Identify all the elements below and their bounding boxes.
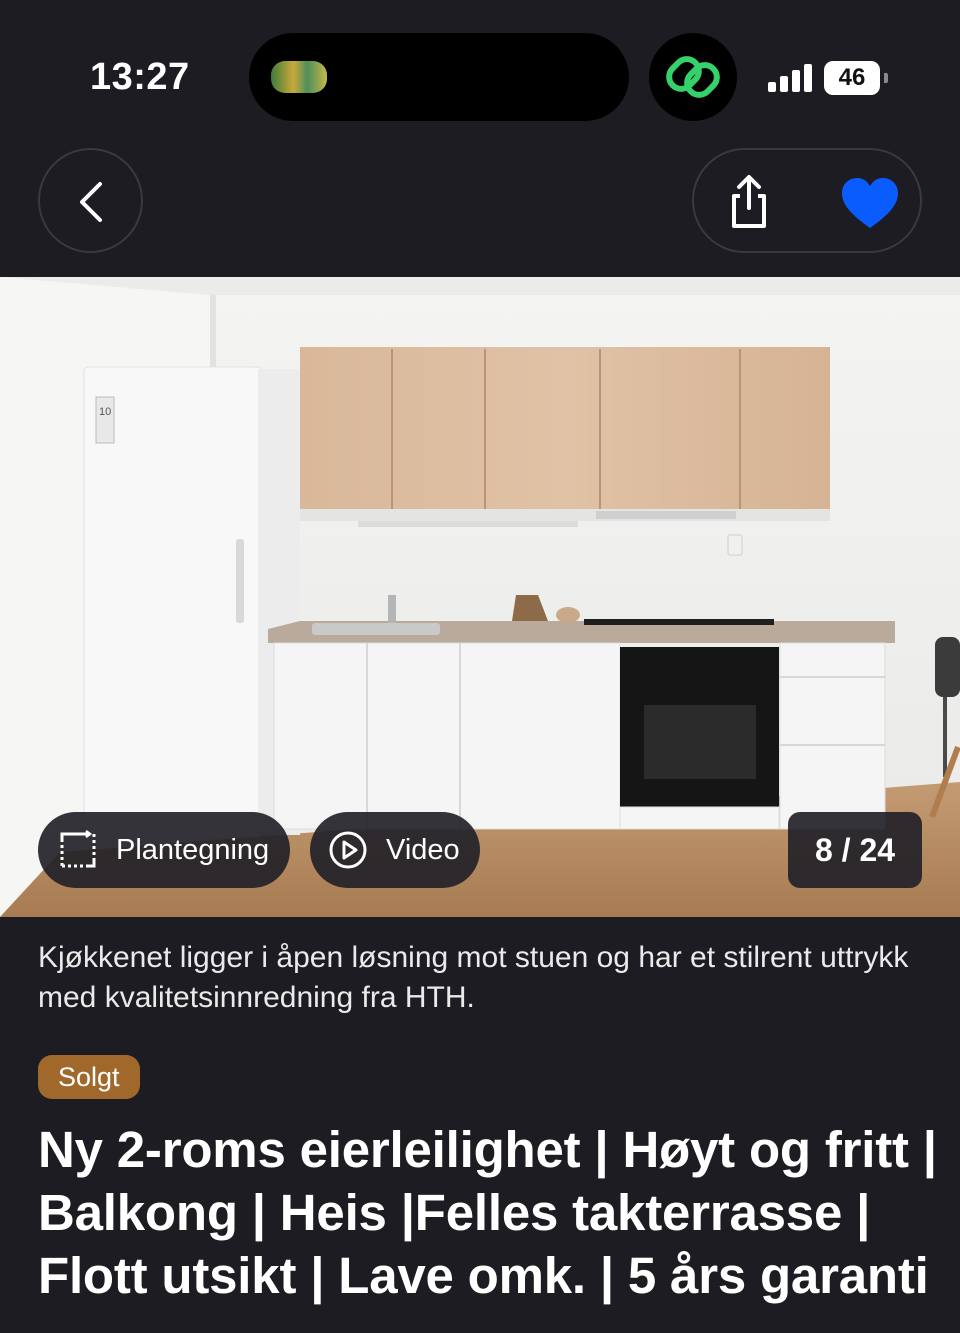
chevron-left-icon [80, 182, 102, 222]
action-pill [692, 148, 922, 253]
floorplan-button[interactable]: Plantegning [38, 812, 290, 888]
listing-title: Ny 2-roms eierleilighet | Høyt og fritt … [38, 1121, 937, 1304]
battery-icon: 46 [824, 61, 888, 95]
link-app-indicator [649, 33, 737, 121]
floorplan-icon [60, 830, 96, 868]
video-button[interactable]: Video [310, 812, 480, 888]
share-button[interactable] [714, 168, 784, 238]
battery-level: 46 [824, 61, 880, 95]
favorite-button[interactable] [830, 168, 910, 238]
image-counter: 8 / 24 [788, 812, 922, 888]
now-playing-artwork [271, 61, 327, 93]
play-icon [329, 831, 367, 869]
dynamic-island [249, 33, 629, 121]
status-time: 13:27 [90, 56, 190, 98]
back-button[interactable] [38, 148, 143, 253]
heart-icon [842, 178, 898, 228]
link-icon [666, 56, 720, 98]
video-label: Video [386, 833, 460, 866]
status-badge: Solgt [38, 1055, 140, 1099]
status-bar: 13:27 46 [0, 0, 960, 150]
share-icon [732, 175, 766, 228]
fridge-energy-label: 10 [99, 406, 111, 418]
photo-caption: Kjøkkenet ligger i åpen løsning mot stue… [38, 941, 909, 1014]
listing-photo[interactable]: 10 Plantegning Video 8 / 24 [0, 277, 960, 917]
cellular-signal-icon [768, 64, 814, 92]
floorplan-label: Plantegning [116, 833, 270, 866]
